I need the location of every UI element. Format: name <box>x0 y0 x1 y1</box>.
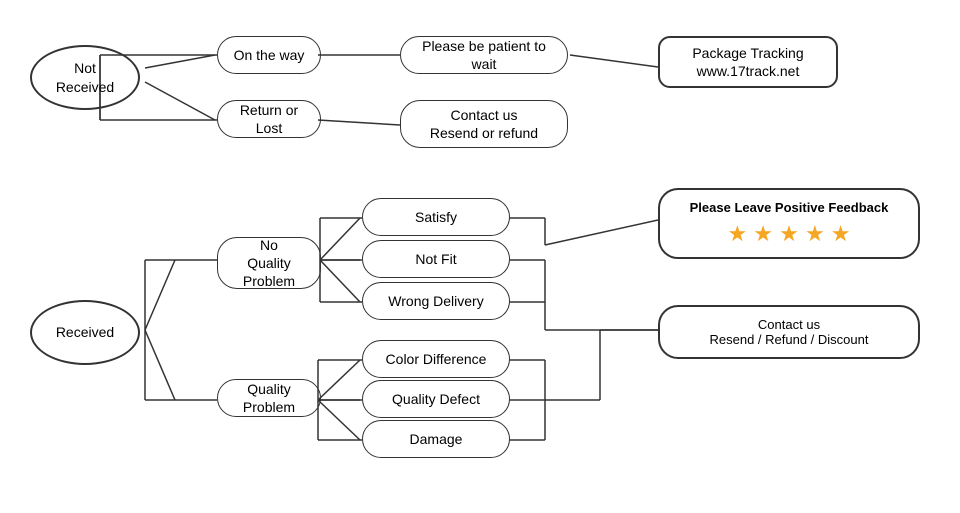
wrong-delivery-label: Wrong Delivery <box>388 292 483 310</box>
damage-node: Damage <box>362 420 510 458</box>
stars: ★ ★ ★ ★ ★ <box>676 221 902 247</box>
damage-label: Damage <box>410 430 463 448</box>
not-received-label: Not Received <box>56 59 114 95</box>
contact-resend-refund-discount-node: Contact us Resend / Refund / Discount <box>658 305 920 359</box>
wrong-delivery-node: Wrong Delivery <box>362 282 510 320</box>
return-or-lost-node: Return or Lost <box>217 100 321 138</box>
diagram: Not Received On the way Return or Lost P… <box>0 0 960 513</box>
not-fit-node: Not Fit <box>362 240 510 278</box>
quality-problem-node: Quality Problem <box>217 379 321 417</box>
please-be-patient-node: Please be patient to wait <box>400 36 568 74</box>
no-quality-problem-node: No Quality Problem <box>217 237 321 289</box>
satisfy-label: Satisfy <box>415 208 457 226</box>
received-node: Received <box>30 300 140 365</box>
contact-resend-refund-node: Contact us Resend or refund <box>400 100 568 148</box>
quality-defect-node: Quality Defect <box>362 380 510 418</box>
feedback-box: Please Leave Positive Feedback ★ ★ ★ ★ ★ <box>658 188 920 259</box>
color-difference-label: Color Difference <box>386 350 487 368</box>
on-the-way-label: On the way <box>234 46 305 64</box>
not-fit-label: Not Fit <box>415 250 456 268</box>
no-quality-problem-label: No Quality Problem <box>232 236 306 291</box>
received-label: Received <box>56 323 114 341</box>
package-tracking-node: Package Tracking www.17track.net <box>658 36 838 88</box>
contact-resend-refund-label: Contact us Resend or refund <box>430 106 538 142</box>
package-tracking-label: Package Tracking www.17track.net <box>692 44 803 80</box>
not-received-node: Not Received <box>30 45 140 110</box>
quality-defect-label: Quality Defect <box>392 390 480 408</box>
on-the-way-node: On the way <box>217 36 321 74</box>
quality-problem-label: Quality Problem <box>232 380 306 416</box>
feedback-label: Please Leave Positive Feedback <box>676 200 902 215</box>
color-difference-node: Color Difference <box>362 340 510 378</box>
please-be-patient-label: Please be patient to wait <box>415 37 553 73</box>
satisfy-node: Satisfy <box>362 198 510 236</box>
contact-resend-refund-discount-label: Contact us Resend / Refund / Discount <box>676 317 902 347</box>
return-or-lost-label: Return or Lost <box>232 101 306 137</box>
